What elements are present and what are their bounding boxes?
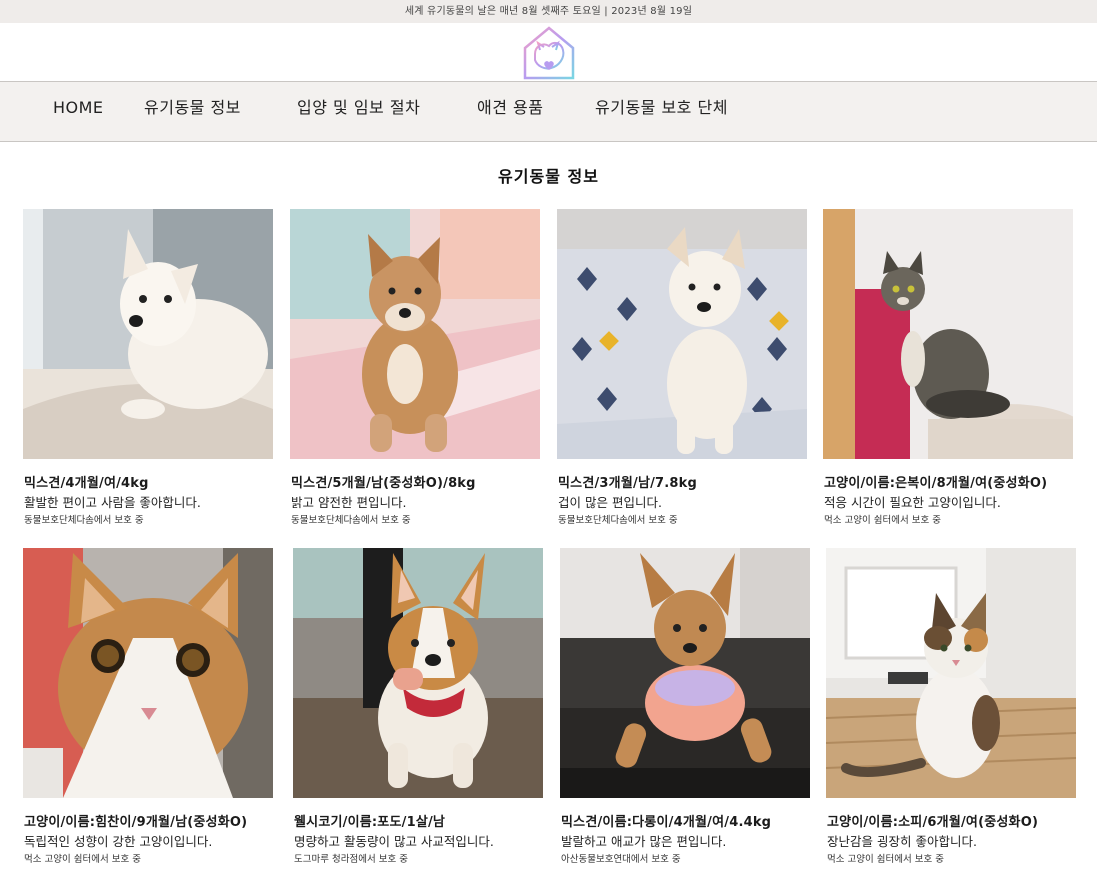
animal-card[interactable]: 믹스견/이름:다롱이/4개월/여/4.4kg 발랄하고 애교가 많은 편입니다.… <box>560 548 816 868</box>
page-title: 유기동물 정보 <box>498 167 599 186</box>
animal-shelter: 동물보호단체다솜에서 보호 중 <box>24 515 144 526</box>
house-dog-cat-heart-logo-icon <box>523 26 575 80</box>
tabby-cat-photo[interactable] <box>823 209 1073 459</box>
notice-text: 세계 유기동물의 날은 매년 8월 셋째주 토요일 | 2023년 8월 19일 <box>404 6 693 17</box>
nav-item-adoption[interactable]: 입양 및 임보 절차 <box>297 82 420 141</box>
brown-puppy-sweater-photo[interactable] <box>560 548 810 798</box>
animal-shelter: 먹소 고양이 쉼터에서 보호 중 <box>824 515 941 526</box>
animal-description: 활발한 편이고 사람을 좋아합니다. <box>24 495 201 510</box>
nav-item-home[interactable]: HOME <box>53 82 104 141</box>
animal-title: 고양이/이름:힘찬이/9개월/남(중성화O) <box>24 815 248 830</box>
nav-item-animal-info[interactable]: 유기동물 정보 <box>144 82 241 141</box>
animal-title: 믹스견/4개월/여/4kg <box>24 476 149 491</box>
animal-shelter: 동물보호단체다솜에서 보호 중 <box>291 515 411 526</box>
animal-card[interactable]: 웰시코기/이름:포도/1살/남 명량하고 활동량이 많고 사교적입니다. 도그마… <box>293 548 549 868</box>
animal-title: 믹스견/3개월/남/7.8kg <box>558 476 698 491</box>
animal-description: 명량하고 활동량이 많고 사교적입니다. <box>294 834 494 849</box>
animal-shelter: 먹소 고양이 쉼터에서 보호 중 <box>24 854 141 865</box>
top-notice-bar: 세계 유기동물의 날은 매년 8월 셋째주 토요일 | 2023년 8월 19일 <box>0 0 1097 23</box>
animal-card[interactable]: 믹스견/3개월/남/7.8kg 겁이 많은 편입니다. 동물보호단체다솜에서 보… <box>557 209 813 529</box>
white-puppy-on-blanket-photo[interactable] <box>557 209 807 459</box>
animal-title: 고양이/이름:은복이/8개월/여(중성화O) <box>824 476 1048 491</box>
animal-description: 독립적인 성향이 강한 고양이입니다. <box>24 834 213 849</box>
site-logo[interactable] <box>521 24 577 80</box>
animal-shelter: 먹소 고양이 쉼터에서 보호 중 <box>827 854 944 865</box>
calico-cat-photo[interactable] <box>826 548 1076 798</box>
white-puppy-photo[interactable] <box>23 209 273 459</box>
logo-row <box>0 23 1097 81</box>
animal-description: 밝고 얌전한 편입니다. <box>291 495 407 510</box>
nav-item-pet-supplies[interactable]: 애견 용품 <box>477 82 543 141</box>
animal-card[interactable]: 고양이/이름:소피/6개월/여(중성화O) 장난감을 굉장히 좋아합니다. 먹소… <box>826 548 1082 868</box>
main-nav: HOME 유기동물 정보 입양 및 임보 절차 애견 용품 유기동물 보호 단체 <box>0 81 1097 142</box>
animal-description: 발랄하고 애교가 많은 편입니다. <box>561 834 727 849</box>
animal-card[interactable]: 고양이/이름:힘찬이/9개월/남(중성화O) 독립적인 성향이 강한 고양이입니… <box>23 548 279 868</box>
corgi-photo[interactable] <box>293 548 543 798</box>
animal-shelter: 도그마루 청라점에서 보호 중 <box>294 854 408 865</box>
nav-item-rescue-groups[interactable]: 유기동물 보호 단체 <box>595 82 728 141</box>
animal-shelter: 동물보호단체다솜에서 보호 중 <box>558 515 678 526</box>
animal-card[interactable]: 고양이/이름:은복이/8개월/여(중성화O) 적응 시간이 필요한 고양이입니다… <box>823 209 1079 529</box>
shiba-mix-puppy-photo[interactable] <box>290 209 540 459</box>
animal-description: 적응 시간이 필요한 고양이입니다. <box>824 495 1001 510</box>
animal-description: 겁이 많은 편입니다. <box>558 495 662 510</box>
animal-description: 장난감을 굉장히 좋아합니다. <box>827 834 977 849</box>
animal-shelter: 아산동물보호연대에서 보호 중 <box>561 854 681 865</box>
orange-white-cat-photo[interactable] <box>23 548 273 798</box>
animal-title: 믹스견/이름:다롱이/4개월/여/4.4kg <box>561 815 772 830</box>
animal-card[interactable]: 믹스견/5개월/남(중성화O)/8kg 밝고 얌전한 편입니다. 동물보호단체다… <box>290 209 546 529</box>
animal-title: 믹스견/5개월/남(중성화O)/8kg <box>291 476 476 491</box>
animal-title: 웰시코기/이름:포도/1살/남 <box>294 815 446 830</box>
animal-title: 고양이/이름:소피/6개월/여(중성화O) <box>827 815 1039 830</box>
animal-card[interactable]: 믹스견/4개월/여/4kg 활발한 편이고 사람을 좋아합니다. 동물보호단체다… <box>23 209 279 529</box>
